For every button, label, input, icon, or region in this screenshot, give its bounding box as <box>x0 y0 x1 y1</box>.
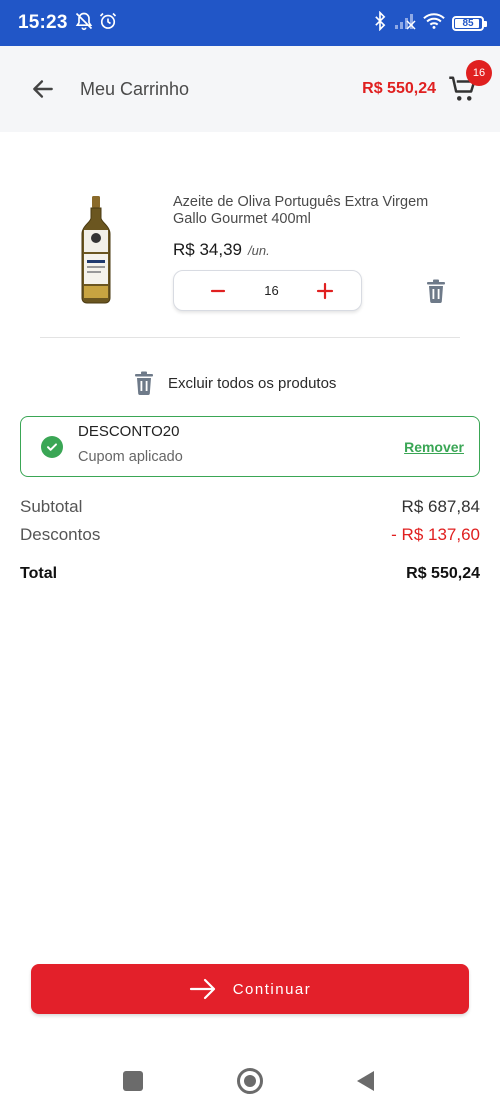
coupon-code: DESCONTO20 <box>78 423 180 440</box>
remove-item-button[interactable] <box>424 278 448 304</box>
total-label: Total <box>20 565 58 582</box>
total-row: Total R$ 550,24 <box>20 565 480 583</box>
total-value: R$ 550,24 <box>406 565 480 582</box>
arrow-right-icon <box>189 978 215 1000</box>
coupon-card: DESCONTO20 Cupom aplicado Remover <box>20 416 480 477</box>
continue-button[interactable]: Continuar <box>31 964 469 1014</box>
product-price-value: R$ 34,39 <box>173 240 242 259</box>
cart-button[interactable]: 16 <box>446 60 492 106</box>
plus-icon <box>316 282 334 299</box>
decrease-quantity-button[interactable] <box>206 279 230 303</box>
discount-label: Descontos <box>20 525 101 544</box>
arrow-left-icon <box>33 80 53 98</box>
discount-value: - R$ 137,60 <box>391 525 480 544</box>
trash-icon <box>135 371 153 395</box>
bluetooth-icon <box>373 10 387 36</box>
battery-icon: 85 <box>452 15 487 31</box>
discount-row: Descontos - R$ 137,60 <box>20 525 480 545</box>
increase-quantity-button[interactable] <box>313 279 337 303</box>
recents-button[interactable] <box>123 1071 143 1091</box>
bell-off-icon <box>74 11 94 36</box>
delete-all-button[interactable]: Excluir todos os produtos <box>134 369 336 397</box>
coupon-status: Cupom aplicado <box>78 449 183 465</box>
page-title: Meu Carrinho <box>80 78 190 99</box>
check-circle-icon <box>41 436 63 458</box>
quantity-stepper: 16 <box>173 270 362 311</box>
home-button[interactable] <box>237 1068 263 1094</box>
system-nav-bar <box>0 1050 500 1111</box>
subtotal-label: Subtotal <box>20 497 83 516</box>
cart-count-badge: 16 <box>466 60 492 86</box>
subtotal-value: R$ 687,84 <box>401 497 480 516</box>
remove-coupon-link[interactable]: Remover <box>404 439 464 455</box>
product-price: R$ 34,39/un. <box>173 240 270 260</box>
quantity-value[interactable]: 16 <box>264 283 278 298</box>
product-name[interactable]: Azeite de Oliva Português Extra Virgem G… <box>173 194 463 228</box>
app-header: Meu Carrinho R$ 550,24 16 <box>0 46 500 132</box>
continue-label: Continuar <box>232 980 312 998</box>
battery-level: 85 <box>462 17 474 29</box>
cart-total: R$ 550,24 <box>362 80 436 97</box>
cart-item: Azeite de Oliva Português Extra Virgem G… <box>40 180 460 338</box>
product-image <box>78 196 114 304</box>
alarm-icon <box>98 11 118 36</box>
status-time: 15:23 <box>18 12 68 33</box>
minus-icon <box>210 289 226 292</box>
status-bar: 15:23 85 <box>0 0 500 46</box>
delete-all-label: Excluir todos os produtos <box>168 374 337 392</box>
subtotal-row: Subtotal R$ 687,84 <box>20 497 480 517</box>
signal-icon <box>394 12 416 35</box>
product-unit: /un. <box>248 243 270 258</box>
system-back-button[interactable] <box>357 1071 374 1091</box>
trash-icon <box>427 279 445 303</box>
wifi-icon <box>423 12 445 35</box>
back-button[interactable] <box>28 74 58 104</box>
